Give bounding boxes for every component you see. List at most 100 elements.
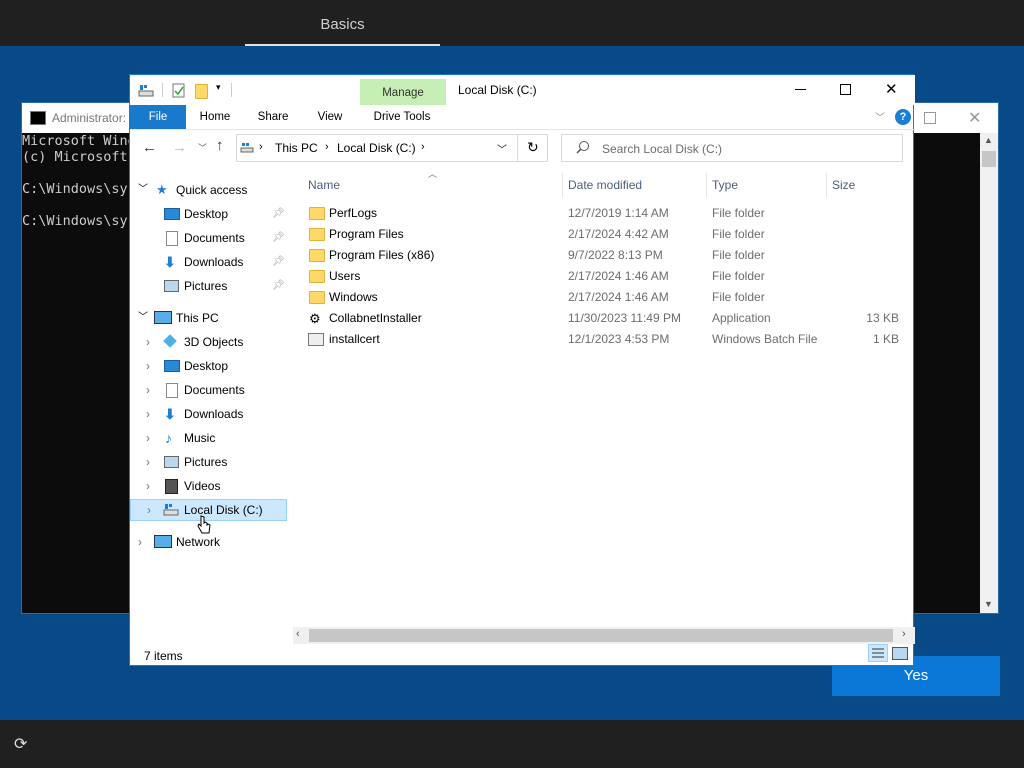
qat-dropdown-icon[interactable]: ▾ (216, 82, 221, 93)
pin-icon[interactable]: 📌︎ (272, 227, 285, 249)
file-row[interactable]: Windows 2/17/2024 1:46 AM File folder (293, 287, 903, 308)
nav-music[interactable]: › ♪ Music (130, 427, 290, 449)
close-icon[interactable]: ✕ (885, 80, 898, 98)
file-date: 12/7/2019 1:14 AM (568, 206, 669, 220)
tab-share[interactable]: Share (248, 105, 298, 129)
help-icon[interactable]: ? (895, 109, 911, 125)
up-icon[interactable]: ↑ (216, 137, 224, 154)
star-icon: ★ (156, 182, 168, 197)
cmd-scrollbar[interactable]: ▲ ▼ (980, 133, 998, 613)
divider (231, 83, 232, 97)
chevron-down-icon[interactable]: ﹀ (138, 307, 148, 329)
chevron-right-icon[interactable]: › (147, 499, 151, 521)
scroll-down-icon[interactable]: ▼ (984, 599, 993, 609)
network-icon (154, 535, 172, 548)
cmd-title: Administrator: (52, 111, 127, 125)
nav-downloads[interactable]: › ⬇ Downloads (130, 403, 290, 425)
column-type[interactable]: Type (712, 175, 738, 195)
cmd-scroll-thumb[interactable] (982, 151, 996, 167)
cmd-close-icon[interactable]: ✕ (968, 108, 981, 128)
accessibility-icon[interactable]: ⟳ (14, 734, 27, 754)
large-icons-view-icon[interactable] (892, 647, 908, 660)
nav-quick-access[interactable]: ﹀ ★ Quick access (130, 179, 290, 201)
nav-qa-desktop[interactable]: Desktop 📌︎ (130, 203, 290, 225)
nav-videos[interactable]: › Videos (130, 475, 290, 497)
nav-pictures[interactable]: › Pictures (130, 451, 290, 473)
search-input[interactable]: Search Local Disk (C:) (602, 142, 722, 156)
scroll-left-icon[interactable]: ‹ (296, 628, 300, 640)
explorer-titlebar[interactable]: ▾ Manage Local Disk (C:) ✕ (130, 75, 915, 105)
minimize-icon[interactable] (795, 89, 806, 90)
horizontal-scrollbar[interactable]: ‹ › (293, 627, 915, 644)
chevron-right-icon[interactable]: › (421, 141, 425, 153)
chevron-right-icon[interactable]: › (138, 531, 142, 553)
pin-icon[interactable]: 📌︎ (272, 275, 285, 297)
tab-drive-tools[interactable]: Drive Tools (362, 105, 442, 129)
status-item-count: 7 items (144, 649, 183, 663)
ribbon-expand-icon[interactable]: ﹀ (875, 109, 885, 124)
file-row[interactable]: ⚙ CollabnetInstaller 11/30/2023 11:49 PM… (293, 308, 903, 329)
column-name[interactable]: Name (308, 175, 340, 195)
refresh-icon[interactable]: ↻ (527, 139, 539, 156)
pin-icon[interactable]: 📌︎ (272, 251, 285, 273)
chevron-right-icon[interactable]: › (146, 331, 150, 353)
tab-home[interactable]: Home (190, 105, 240, 129)
nav-qa-pictures[interactable]: Pictures 📌︎ (130, 275, 290, 297)
breadcrumb-local-disk[interactable]: Local Disk (C:) (337, 141, 416, 155)
cmd-maximize-icon[interactable] (924, 112, 936, 124)
column-divider[interactable] (826, 173, 827, 197)
file-row[interactable]: installcert 12/1/2023 4:53 PM Windows Ba… (293, 329, 903, 350)
nav-3d-objects[interactable]: › 3D Objects (130, 331, 290, 353)
new-folder-icon[interactable] (195, 84, 208, 99)
nav-documents[interactable]: › Documents (130, 379, 290, 401)
cmd-console[interactable]: Microsoft Wind (c) Microsoft C:\Windows\s… (22, 133, 136, 229)
forward-icon[interactable]: → (172, 139, 187, 156)
file-explorer-window[interactable]: ▾ Manage Local Disk (C:) ✕ File Home Sha… (129, 74, 915, 666)
file-type: Windows Batch File (712, 332, 818, 346)
properties-icon[interactable] (172, 83, 186, 98)
tab-view[interactable]: View (306, 105, 354, 129)
file-row[interactable]: PerfLogs 12/7/2019 1:14 AM File folder (293, 203, 903, 224)
nav-qa-documents[interactable]: Documents 📌︎ (130, 227, 290, 249)
nav-qa-downloads[interactable]: ⬇ Downloads 📌︎ (130, 251, 290, 273)
recent-locations-icon[interactable]: ﹀ (198, 141, 207, 154)
chevron-right-icon[interactable]: › (146, 427, 150, 449)
search-box[interactable]: Search Local Disk (C:) (561, 134, 903, 162)
pictures-icon (164, 456, 179, 468)
chevron-right-icon[interactable]: › (146, 451, 150, 473)
nav-desktop[interactable]: › Desktop (130, 355, 290, 377)
details-view-icon[interactable] (868, 644, 888, 662)
tab-file[interactable]: File (130, 105, 186, 129)
file-date: 2/17/2024 1:46 AM (568, 290, 669, 304)
scroll-up-icon[interactable]: ▲ (984, 135, 993, 145)
column-divider[interactable] (562, 173, 563, 197)
file-list: PerfLogs 12/7/2019 1:14 AM File folder P… (293, 203, 903, 350)
pin-icon[interactable]: 📌︎ (272, 203, 285, 225)
file-row[interactable]: Users 2/17/2024 1:46 AM File folder (293, 266, 903, 287)
horizontal-scroll-thumb[interactable] (309, 629, 893, 642)
downloads-icon: ⬇ (164, 254, 176, 270)
breadcrumb-this-pc[interactable]: This PC (275, 141, 318, 155)
scroll-right-icon[interactable]: › (902, 628, 906, 640)
column-date-modified[interactable]: Date modified (568, 175, 642, 195)
file-row[interactable]: Program Files (x86) 9/7/2022 8:13 PM Fil… (293, 245, 903, 266)
chevron-right-icon[interactable]: › (146, 379, 150, 401)
chevron-right-icon[interactable]: › (146, 475, 150, 497)
maximize-icon[interactable] (840, 84, 851, 95)
chevron-right-icon[interactable]: › (146, 403, 150, 425)
file-row[interactable]: Program Files 2/17/2024 4:42 AM File fol… (293, 224, 903, 245)
column-size[interactable]: Size (832, 175, 855, 195)
address-bar[interactable]: › This PC › Local Disk (C:) › ﹀ ↻ (236, 134, 548, 162)
chevron-right-icon[interactable]: › (325, 141, 329, 153)
file-size: 13 KB (866, 311, 899, 325)
nav-this-pc[interactable]: ﹀ This PC (130, 307, 290, 329)
tab-manage[interactable]: Manage (360, 79, 446, 105)
chevron-down-icon[interactable]: ﹀ (138, 179, 148, 201)
address-dropdown-icon[interactable]: ﹀ (497, 141, 507, 156)
back-icon[interactable]: ← (142, 139, 157, 156)
column-divider[interactable] (706, 173, 707, 197)
chevron-right-icon[interactable]: › (259, 141, 263, 153)
chevron-right-icon[interactable]: › (146, 355, 150, 377)
downloads-icon: ⬇ (164, 406, 176, 422)
nav-label: 3D Objects (184, 335, 244, 349)
